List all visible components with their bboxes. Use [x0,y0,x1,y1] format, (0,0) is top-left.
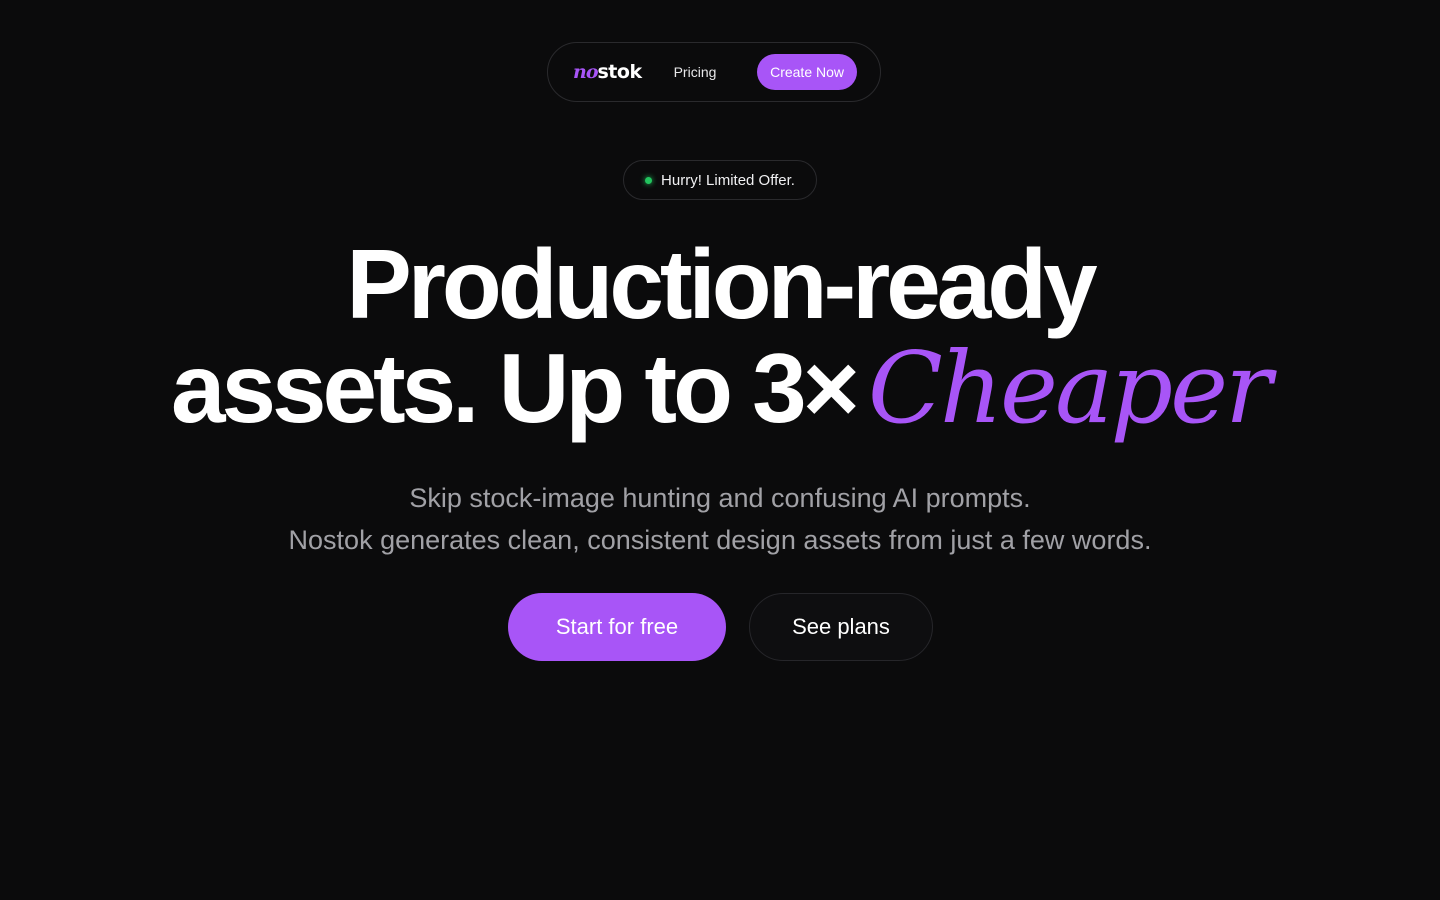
logo-mark: no [573,60,598,83]
logo-wordmark: stok [597,60,643,83]
status-dot-icon [645,176,653,184]
limited-offer-badge: Hurry! Limited Offer. [623,160,817,200]
headline-line-2-text: assets. Up to 3× [170,333,860,443]
create-now-button[interactable]: Create Now [757,54,857,90]
hero-headline: Production-ready assets. Up to 3× Cheaper [0,232,1440,441]
headline-line-1: Production-ready [346,229,1097,339]
landing-page: no stok Pricing Create Now Hurry! Limited… [0,0,1440,900]
badge-text: Hurry! Limited Offer. [661,171,795,189]
headline-line-2: assets. Up to 3× Cheaper [0,336,1440,441]
subtitle-line-2: Nostok generates clean, consistent desig… [288,525,1152,555]
hero-subtitle: Skip stock-image hunting and confusing A… [0,477,1440,561]
hero-actions: Start for free See plans [508,593,933,661]
subtitle-line-1: Skip stock-image hunting and confusing A… [409,483,1031,513]
nav-link-pricing[interactable]: Pricing [674,64,717,80]
nostok-logo[interactable]: no stok [573,60,643,83]
headline-accent: Cheaper [867,332,1272,446]
see-plans-button[interactable]: See plans [749,593,933,661]
top-nav: no stok Pricing Create Now [547,42,881,102]
start-for-free-button[interactable]: Start for free [508,593,726,661]
